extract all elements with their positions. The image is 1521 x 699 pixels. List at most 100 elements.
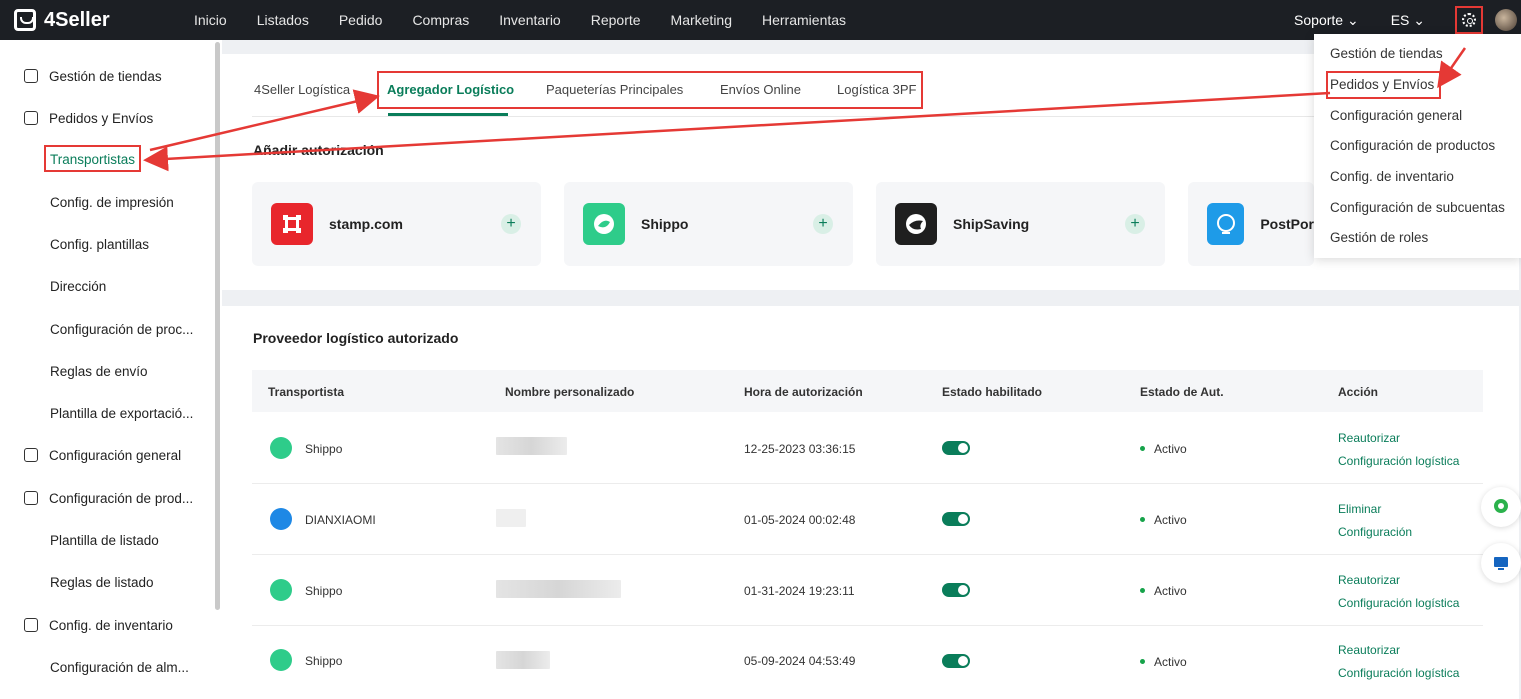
highlight-box-carriers	[44, 145, 141, 172]
auth-time: 01-05-2024 00:02:48	[744, 513, 856, 527]
carrier-card-shipsaving[interactable]: ShipSaving +	[876, 182, 1165, 266]
sidebar-item-processing-config[interactable]: Configuración de proc...	[0, 317, 215, 341]
language-selector[interactable]: ES ⌄	[1391, 12, 1425, 29]
app-logo[interactable]: 4Seller	[14, 9, 194, 32]
product-settings-icon	[24, 491, 38, 505]
column-header-auth-status: Estado de Aut.	[1140, 385, 1224, 399]
general-settings-icon	[24, 448, 38, 462]
menu-item-inventory-config[interactable]: Config. de inventario	[1330, 169, 1454, 184]
stampcom-logo-icon	[271, 203, 313, 245]
logo-text: 4Seller	[44, 8, 110, 31]
custom-name-blurred	[496, 437, 567, 455]
sidebar-item-label: Config. de impresión	[50, 194, 174, 210]
reauthorize-link[interactable]: Reautorizar	[1338, 573, 1400, 587]
reauthorize-link[interactable]: Reautorizar	[1338, 643, 1400, 657]
add-authorization-title: Añadir autorización	[253, 142, 384, 158]
carrier-card-postport[interactable]: PostPor	[1188, 182, 1314, 266]
sidebar-item-listing-template[interactable]: Plantilla de listado	[0, 528, 215, 552]
delete-link[interactable]: Eliminar	[1338, 502, 1381, 516]
add-carrier-button[interactable]: +	[813, 214, 833, 234]
sidebar-item-product-config[interactable]: Configuración de prod...	[0, 486, 215, 510]
table-row: Shippo 12-25-2023 03:36:15 Activo Reauto…	[252, 413, 1483, 484]
sidebar-scrollbar[interactable]	[215, 42, 220, 610]
reauthorize-link[interactable]: Reautorizar	[1338, 431, 1400, 445]
nav-marketing[interactable]: Marketing	[671, 12, 732, 28]
sidebar-item-label: Gestión de tiendas	[49, 68, 162, 84]
logistics-config-link[interactable]: Configuración logística	[1338, 454, 1459, 468]
sidebar-item-label: Reglas de envío	[50, 363, 148, 379]
sidebar-item-general-config[interactable]: Configuración general	[0, 443, 215, 467]
tab-4seller-logistics[interactable]: 4Seller Logística	[254, 82, 350, 97]
sidebar-item-address[interactable]: Dirección	[0, 274, 215, 298]
enabled-toggle[interactable]	[942, 512, 970, 526]
sidebar-item-warehouse-config[interactable]: Configuración de alm...	[0, 655, 215, 679]
settings-button[interactable]	[1455, 6, 1483, 34]
sidebar-item-print-config[interactable]: Config. de impresión	[0, 190, 215, 214]
column-header-action: Acción	[1338, 385, 1379, 399]
nav-pedido[interactable]: Pedido	[339, 12, 383, 28]
nav-herramientas[interactable]: Herramientas	[762, 12, 846, 28]
nav-inventario[interactable]: Inventario	[499, 12, 560, 28]
column-header-auth-time: Hora de autorización	[744, 385, 863, 399]
highlight-box-orders-menu	[1326, 71, 1441, 99]
auth-time: 05-09-2024 04:53:49	[744, 654, 856, 668]
sidebar-item-inventory-config[interactable]: Config. de inventario	[0, 613, 215, 637]
carrier-card-shippo[interactable]: Shippo +	[564, 182, 853, 266]
sidebar-item-label: Reglas de listado	[50, 574, 154, 590]
shippo-logo-icon	[583, 203, 625, 245]
status-text: Activo	[1154, 513, 1187, 527]
nav-compras[interactable]: Compras	[412, 12, 469, 28]
carrier-card-stampcom[interactable]: stamp.com +	[252, 182, 541, 266]
nav-listados[interactable]: Listados	[257, 12, 309, 28]
config-link[interactable]: Configuración	[1338, 525, 1412, 539]
menu-item-general-config[interactable]: Configuración general	[1330, 108, 1462, 123]
sidebar-item-orders-shipping[interactable]: Pedidos y Envíos	[0, 106, 215, 130]
active-tab-indicator	[388, 113, 508, 116]
menu-item-store-management[interactable]: Gestión de tiendas	[1330, 46, 1443, 61]
enabled-toggle[interactable]	[942, 583, 970, 597]
custom-name-blurred	[496, 651, 550, 669]
carrier-name: Shippo	[305, 442, 343, 456]
shippo-icon	[270, 579, 292, 601]
top-navbar: 4Seller Inicio Listados Pedido Compras I…	[0, 0, 1521, 40]
column-header-custom-name: Nombre personalizado	[505, 385, 635, 399]
shipsaving-logo-icon	[895, 203, 937, 245]
shippo-icon	[270, 649, 292, 671]
chat-icon	[1494, 499, 1508, 513]
status-dot	[1140, 517, 1145, 522]
carrier-card-name: stamp.com	[329, 216, 403, 232]
menu-item-product-config[interactable]: Configuración de productos	[1330, 138, 1495, 153]
add-carrier-button[interactable]: +	[1125, 214, 1145, 234]
add-carrier-button[interactable]: +	[501, 214, 521, 234]
table-row: Shippo 05-09-2024 04:53:49 Activo Reauto…	[252, 626, 1483, 697]
carrier-name: DIANXIAOMI	[305, 513, 376, 527]
enabled-toggle[interactable]	[942, 654, 970, 668]
sidebar-item-export-template[interactable]: Plantilla de exportació...	[0, 401, 215, 425]
nav-inicio[interactable]: Inicio	[194, 12, 227, 28]
nav-reporte[interactable]: Reporte	[591, 12, 641, 28]
video-help-button[interactable]	[1481, 543, 1521, 583]
store-icon	[24, 69, 38, 83]
avatar[interactable]	[1495, 9, 1517, 31]
sidebar-item-label: Config. de inventario	[49, 617, 173, 633]
column-header-enabled: Estado habilitado	[942, 385, 1043, 399]
sidebar-item-store-management[interactable]: Gestión de tiendas	[0, 64, 215, 88]
sidebar-item-template-config[interactable]: Config. plantillas	[0, 232, 215, 256]
sidebar-item-shipping-rules[interactable]: Reglas de envío	[0, 359, 215, 383]
sidebar-item-listing-rules[interactable]: Reglas de listado	[0, 570, 215, 594]
status-dot	[1140, 446, 1145, 451]
chat-support-button[interactable]	[1481, 487, 1521, 527]
status-text: Activo	[1154, 584, 1187, 598]
menu-item-role-management[interactable]: Gestión de roles	[1330, 230, 1428, 245]
custom-name-blurred	[496, 580, 621, 598]
orders-icon	[24, 111, 38, 125]
sidebar-item-label: Configuración general	[49, 447, 182, 463]
menu-item-subaccount-config[interactable]: Configuración de subcuentas	[1330, 200, 1505, 215]
logistics-config-link[interactable]: Configuración logística	[1338, 596, 1459, 610]
logistics-config-link[interactable]: Configuración logística	[1338, 666, 1459, 680]
tab-divider	[252, 116, 1482, 117]
auth-time: 01-31-2024 19:23:11	[744, 584, 855, 598]
sidebar-item-label: Configuración de prod...	[49, 490, 194, 506]
support-menu[interactable]: Soporte ⌄	[1294, 12, 1359, 29]
enabled-toggle[interactable]	[942, 441, 970, 455]
